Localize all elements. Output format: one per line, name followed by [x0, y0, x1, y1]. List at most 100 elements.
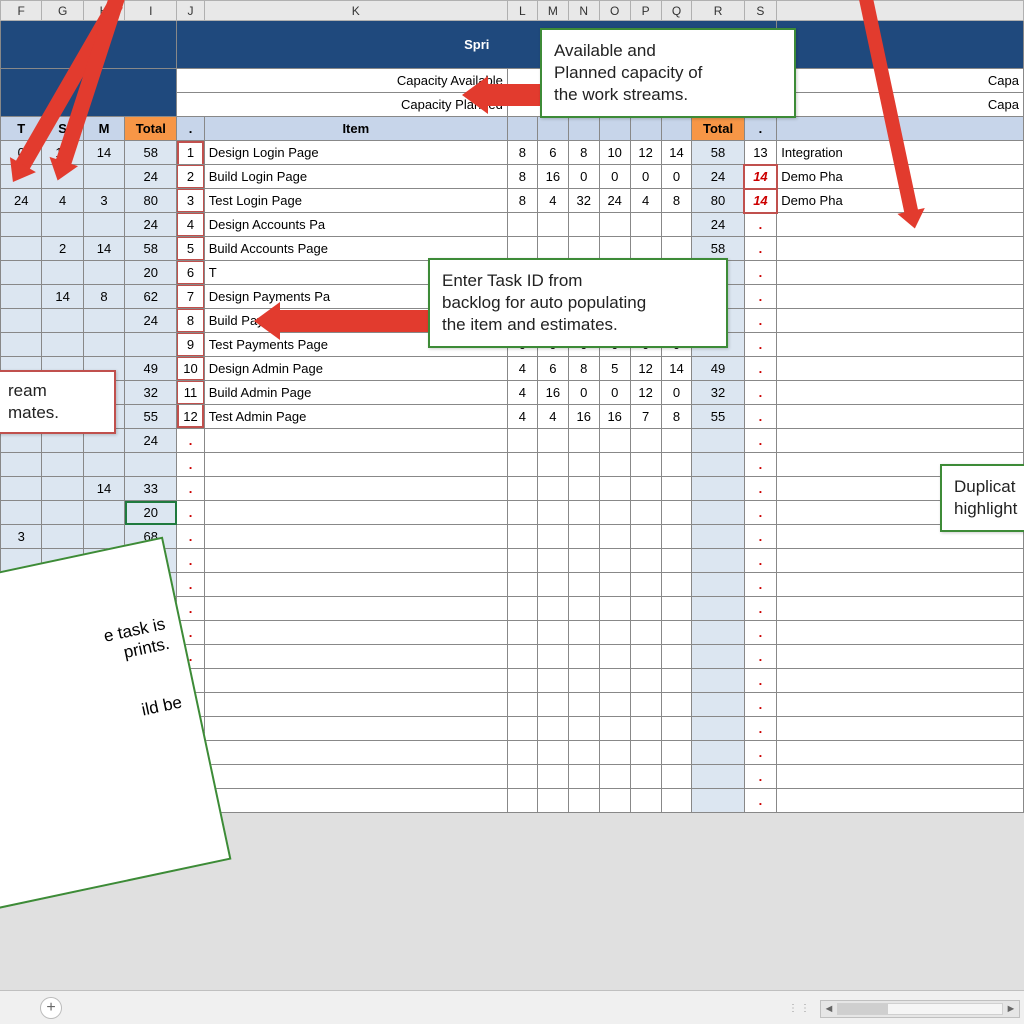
cell[interactable]	[692, 477, 744, 501]
cell[interactable]: 14	[661, 357, 692, 381]
cell[interactable]	[599, 477, 630, 501]
cell[interactable]: 8	[661, 189, 692, 213]
cell[interactable]	[777, 717, 1024, 741]
cell[interactable]: .	[744, 405, 777, 429]
cell[interactable]: 24	[125, 309, 177, 333]
cell[interactable]: 0	[568, 381, 599, 405]
cell[interactable]: 16	[568, 405, 599, 429]
cell[interactable]	[630, 501, 661, 525]
cell[interactable]	[568, 525, 599, 549]
cell[interactable]: 20	[125, 501, 177, 525]
cell[interactable]: Build Login Page	[204, 165, 507, 189]
cell[interactable]	[1, 261, 42, 285]
cell[interactable]	[568, 501, 599, 525]
col-header-R[interactable]: R	[692, 1, 744, 21]
cell[interactable]	[42, 501, 83, 525]
cell[interactable]	[599, 429, 630, 453]
cell[interactable]: .	[177, 501, 204, 525]
cell[interactable]	[692, 453, 744, 477]
cell[interactable]: 5	[177, 237, 204, 261]
cell[interactable]: .	[744, 765, 777, 789]
cell[interactable]	[777, 573, 1024, 597]
cell[interactable]	[507, 597, 537, 621]
col-header-I[interactable]: I	[125, 1, 177, 21]
cell[interactable]: 8	[507, 141, 537, 165]
cell[interactable]	[661, 693, 692, 717]
cell[interactable]	[204, 669, 507, 693]
tab-drag-handle[interactable]: ⋮⋮	[788, 1003, 812, 1014]
cell[interactable]	[692, 573, 744, 597]
cell[interactable]: 6	[537, 357, 568, 381]
scroll-left-button[interactable]: ◄	[821, 1001, 837, 1017]
cell[interactable]	[777, 405, 1024, 429]
cell[interactable]: 14	[42, 285, 83, 309]
cell[interactable]	[537, 693, 568, 717]
col-header-S[interactable]: S	[744, 1, 777, 21]
col-header-J[interactable]: J	[177, 1, 204, 21]
cell[interactable]	[507, 621, 537, 645]
cell[interactable]: 24	[692, 213, 744, 237]
cell[interactable]: .	[177, 525, 204, 549]
cell[interactable]	[537, 717, 568, 741]
cell[interactable]	[692, 429, 744, 453]
cell[interactable]: Build Accounts Page	[204, 237, 507, 261]
cell[interactable]: 7	[630, 405, 661, 429]
cell[interactable]	[83, 165, 124, 189]
horizontal-scrollbar[interactable]: ◄ ►	[820, 1000, 1020, 1018]
cell[interactable]: 9	[177, 333, 204, 357]
cell[interactable]	[537, 573, 568, 597]
cell[interactable]	[507, 477, 537, 501]
cell[interactable]: 49	[692, 357, 744, 381]
cell[interactable]: Test Admin Page	[204, 405, 507, 429]
cell[interactable]: 4	[507, 405, 537, 429]
cell[interactable]	[692, 501, 744, 525]
cell[interactable]	[83, 309, 124, 333]
cell[interactable]	[630, 429, 661, 453]
cell[interactable]	[568, 765, 599, 789]
cell[interactable]: .	[744, 741, 777, 765]
cell[interactable]	[599, 789, 630, 813]
cell[interactable]	[777, 309, 1024, 333]
cell[interactable]	[204, 789, 507, 813]
cell[interactable]	[630, 717, 661, 741]
cell[interactable]	[568, 237, 599, 261]
cell[interactable]: .	[744, 525, 777, 549]
cell[interactable]: 4	[42, 189, 83, 213]
cell[interactable]	[692, 645, 744, 669]
cell[interactable]: 58	[692, 237, 744, 261]
cell[interactable]: 4	[537, 189, 568, 213]
cell[interactable]: 14	[83, 141, 124, 165]
cell[interactable]	[630, 645, 661, 669]
cell[interactable]: .	[177, 597, 204, 621]
cell[interactable]	[777, 333, 1024, 357]
cell[interactable]: 24	[692, 165, 744, 189]
cell[interactable]: .	[177, 573, 204, 597]
cell[interactable]: 8	[568, 141, 599, 165]
cell[interactable]	[599, 621, 630, 645]
cell[interactable]	[507, 573, 537, 597]
cell[interactable]	[777, 765, 1024, 789]
cell[interactable]	[568, 693, 599, 717]
cell[interactable]	[507, 789, 537, 813]
cell[interactable]: .	[744, 669, 777, 693]
cell[interactable]: 2	[177, 165, 204, 189]
cell[interactable]	[507, 741, 537, 765]
cell[interactable]	[599, 669, 630, 693]
cell[interactable]: 16	[537, 165, 568, 189]
cell[interactable]	[537, 501, 568, 525]
cell[interactable]	[507, 717, 537, 741]
cell[interactable]	[568, 453, 599, 477]
cell[interactable]: 12	[630, 141, 661, 165]
cell[interactable]	[204, 429, 507, 453]
col-header-O[interactable]: O	[599, 1, 630, 21]
cell[interactable]	[777, 261, 1024, 285]
cell[interactable]	[599, 525, 630, 549]
cell[interactable]	[537, 525, 568, 549]
cell[interactable]	[1, 237, 42, 261]
cell[interactable]	[599, 717, 630, 741]
cell[interactable]: 3	[177, 189, 204, 213]
cell[interactable]: 4	[507, 381, 537, 405]
cell[interactable]: 8	[568, 357, 599, 381]
cell[interactable]: 58	[125, 237, 177, 261]
cell[interactable]	[537, 213, 568, 237]
